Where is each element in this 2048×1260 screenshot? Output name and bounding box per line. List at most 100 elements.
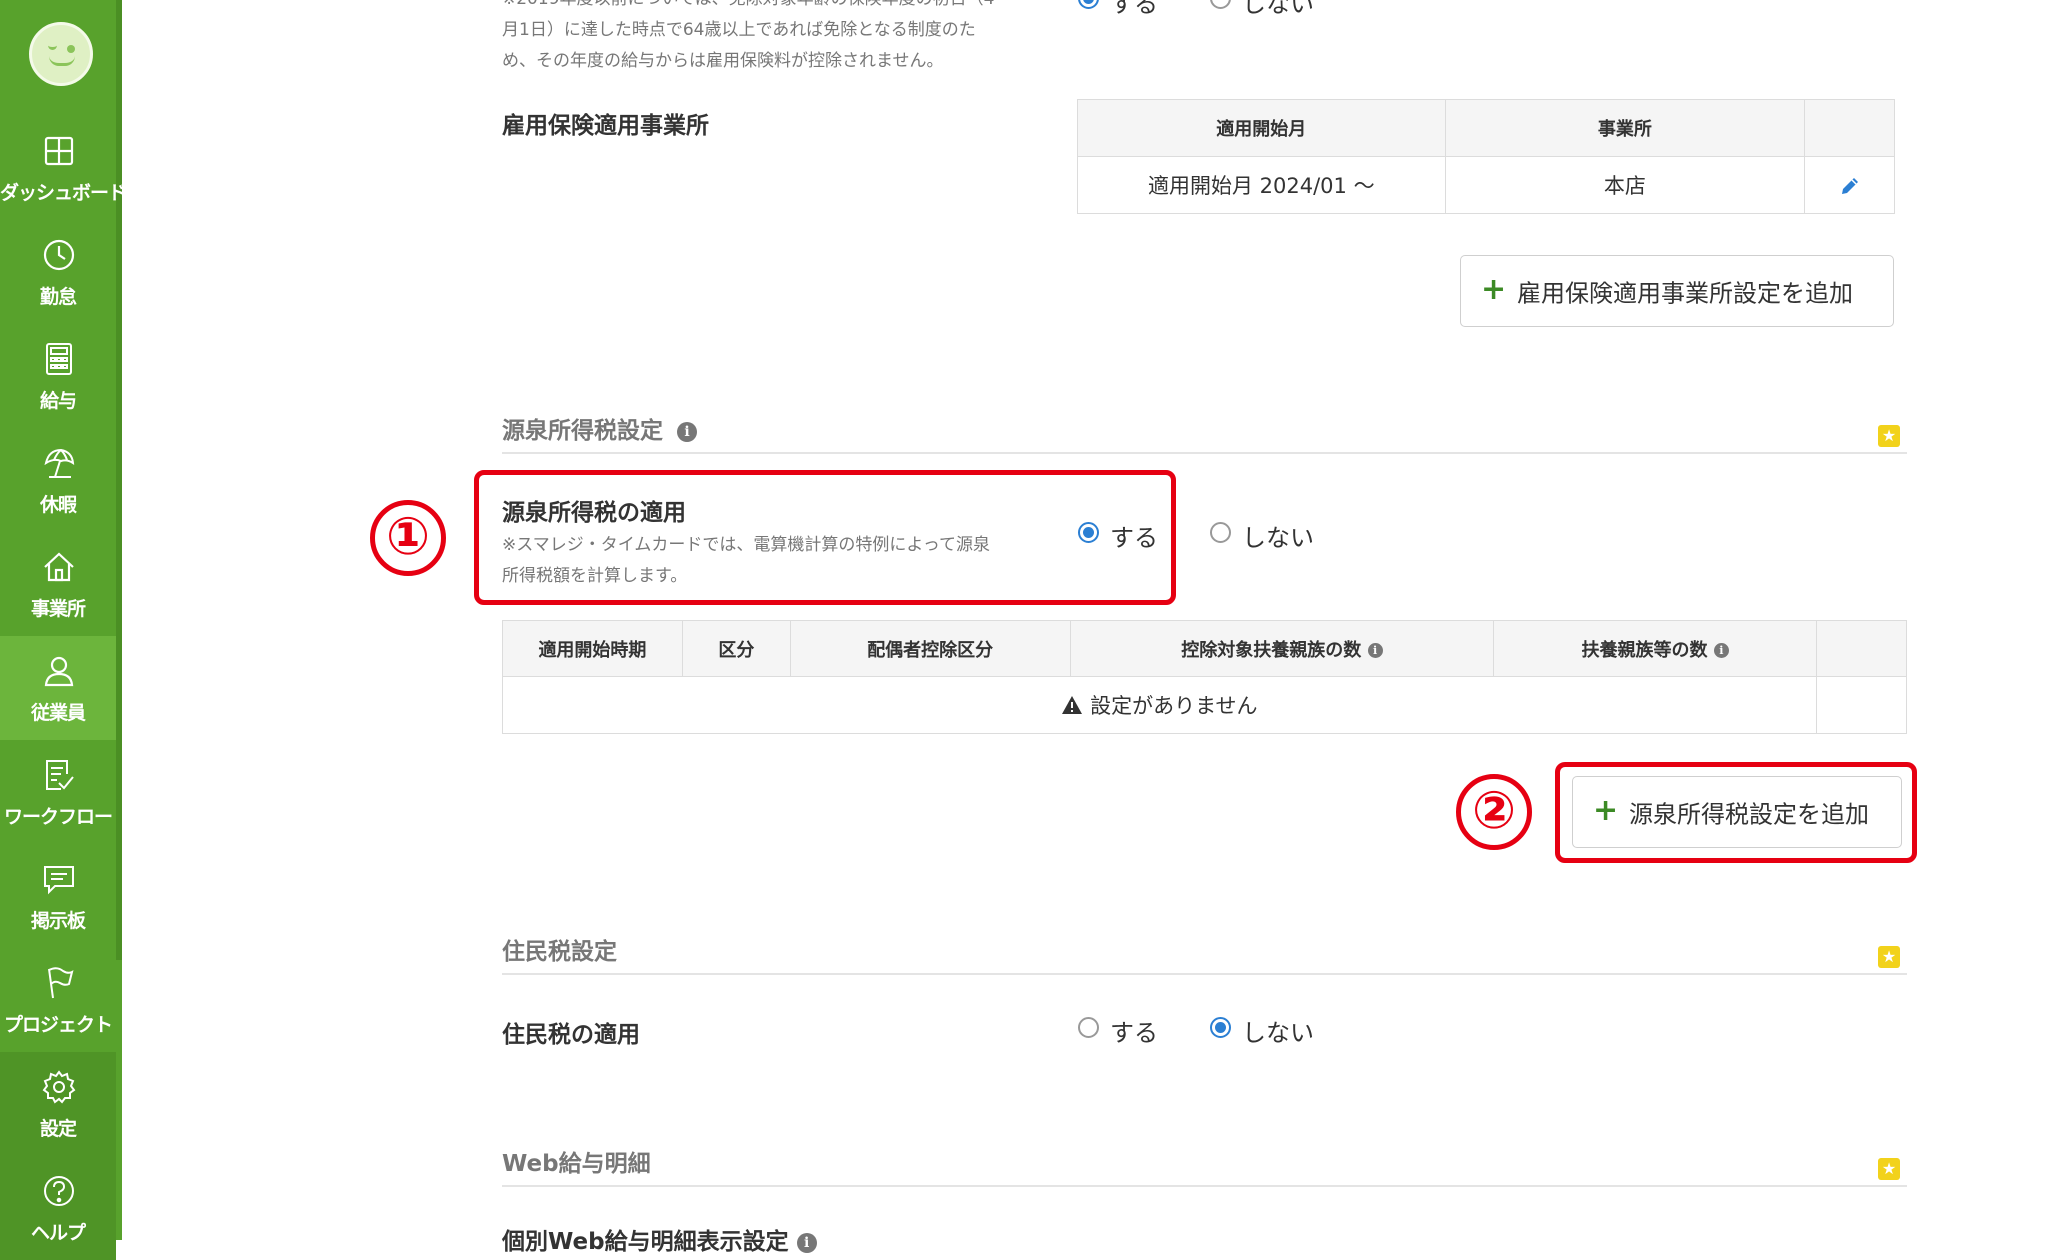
table-row: 設定がありません xyxy=(501,676,1907,734)
column-header-text: 扶養親族等の数 xyxy=(1581,639,1708,661)
sidebar-item-label: 掲示板 xyxy=(30,910,86,932)
add-withholding-button[interactable]: + 源泉所得税設定を追加 xyxy=(1572,776,1902,848)
column-header: 適用開始時期 xyxy=(502,620,683,677)
info-icon[interactable]: i xyxy=(1367,643,1383,658)
employment-radio-no[interactable] xyxy=(1210,0,1231,9)
sidebar-item-label: ヘルプ xyxy=(30,1222,86,1244)
star-icon[interactable]: ★ xyxy=(1878,946,1900,968)
help-icon xyxy=(44,1176,74,1206)
beach-umbrella-icon xyxy=(44,448,75,478)
empty-state-message: 設定がありません xyxy=(1090,694,1258,718)
sidebar-item-label: 勤怠 xyxy=(39,286,77,308)
info-icon[interactable]: i xyxy=(1713,643,1729,658)
withholding-note: ※スマレジ・タイムカードでは、電算機計算の特例によって源泉 所得税額を計算します… xyxy=(502,530,1072,592)
sidebar-item-help[interactable]: ヘルプ xyxy=(0,1156,116,1260)
sidebar-item-label: ダッシュボード xyxy=(0,182,127,204)
withholding-apply-label: 源泉所得税の適用 xyxy=(502,500,686,526)
plus-icon: + xyxy=(1481,272,1507,308)
home-icon xyxy=(44,552,74,582)
sidebar-item-label: 休暇 xyxy=(39,494,77,516)
sidebar-item-attendance[interactable]: 勤怠 xyxy=(0,220,116,324)
section-divider xyxy=(502,1185,1907,1187)
warning-icon xyxy=(1062,696,1083,714)
flag-icon xyxy=(48,967,74,999)
sidebar-item-workflow[interactable]: ワークフロー xyxy=(0,740,116,844)
sidebar-item-label: 給与 xyxy=(39,390,77,412)
sidebar-item-settings[interactable]: 設定 xyxy=(0,1052,116,1156)
column-header: 区分 xyxy=(681,620,791,677)
annotation-marker-2: ② xyxy=(1456,774,1532,850)
sidebar-item-employees[interactable]: 従業員 xyxy=(0,636,116,740)
annotation-marker-1: ① xyxy=(370,500,446,576)
empty-state-cell: 設定がありません xyxy=(501,676,1818,734)
resident-tax-radio-yes[interactable] xyxy=(1078,1017,1099,1038)
column-header xyxy=(1816,620,1907,677)
sidebar-item-payroll[interactable]: 給与 xyxy=(0,324,116,428)
info-icon[interactable]: i xyxy=(796,1232,817,1253)
info-icon[interactable]: i xyxy=(677,421,698,442)
web-payslip-setting-label: 個別Web給与明細表示設定 i xyxy=(502,1222,817,1256)
employment-exemption-note: ※2019年度以前については、免除対象年齢の保険年度の初日（4 月1日）に達した… xyxy=(502,0,1192,77)
sidebar-item-label: 事業所 xyxy=(30,598,86,620)
table-cell xyxy=(1816,676,1907,734)
section-divider xyxy=(502,452,1907,454)
sidebar-item-label: 従業員 xyxy=(30,702,86,724)
withholding-radio-yes[interactable] xyxy=(1078,522,1099,543)
note-line: め、その年度の給与からは雇用保険料が控除されません。 xyxy=(502,51,944,71)
resident-tax-radio-yes-label: する xyxy=(1110,1019,1158,1047)
message-icon xyxy=(44,866,74,895)
employment-office-table: 適用開始月 事業所 適用開始月 2024/01 〜 本店 xyxy=(1077,99,1895,214)
star-icon[interactable]: ★ xyxy=(1878,1158,1900,1180)
note-line: ※スマレジ・タイムカードでは、電算機計算の特例によって源泉 xyxy=(502,535,991,555)
withholding-radio-no-label: しない xyxy=(1242,524,1314,552)
column-header: 適用開始月 xyxy=(1077,99,1446,157)
gear-icon xyxy=(42,1070,76,1104)
note-line: 所得税額を計算します。 xyxy=(502,566,688,586)
table-cell: 本店 xyxy=(1444,156,1806,214)
sidebar-item-office[interactable]: 事業所 xyxy=(0,532,116,636)
column-header: 事業所 xyxy=(1444,99,1806,157)
table-cell: 適用開始月 2024/01 〜 xyxy=(1077,156,1446,214)
sidebar-item-label: プロジェクト xyxy=(3,1014,113,1036)
star-icon[interactable]: ★ xyxy=(1878,425,1900,447)
resident-tax-apply-label: 住民税の適用 xyxy=(502,1022,640,1048)
main-content: ※2019年度以前については、免除対象年齢の保険年度の初日（4 月1日）に達した… xyxy=(122,0,2048,1255)
sidebar-item-dashboard[interactable]: ダッシュボード xyxy=(0,116,127,220)
resident-tax-section-title: 住民税設定 xyxy=(502,939,617,965)
withholding-table: 適用開始時期 区分 配偶者控除区分 控除対象扶養親族の数 i 扶養親族等の数 i… xyxy=(501,620,1907,734)
sidebar-item-project[interactable]: プロジェクト xyxy=(0,948,116,1052)
calculator-icon xyxy=(46,343,72,375)
app-logo[interactable] xyxy=(29,22,93,86)
person-icon xyxy=(44,656,74,687)
section-title-text: 源泉所得税設定 xyxy=(502,418,663,444)
resident-tax-radio-no-label: しない xyxy=(1242,1019,1314,1047)
sidebar-item-bulletin[interactable]: 掲示板 xyxy=(0,844,116,948)
note-line: 月1日）に達した時点で64歳以上であれば免除となる制度のた xyxy=(502,20,976,40)
withholding-radio-yes-label: する xyxy=(1110,524,1158,552)
checklist-icon xyxy=(46,760,74,790)
employment-radio-yes-label: する xyxy=(1110,0,1158,18)
add-employment-office-button[interactable]: + 雇用保険適用事業所設定を追加 xyxy=(1460,255,1894,327)
employment-radio-no-label: しない xyxy=(1242,0,1314,18)
column-header: 配偶者控除区分 xyxy=(789,620,1071,677)
pencil-icon[interactable] xyxy=(1838,174,1862,198)
employment-office-label: 雇用保険適用事業所 xyxy=(502,113,709,139)
sidebar-item-label: ワークフロー xyxy=(3,806,113,828)
section-divider xyxy=(502,973,1907,975)
resident-tax-radio-no[interactable] xyxy=(1210,1017,1231,1038)
table-row: 適用開始月 2024/01 〜 本店 xyxy=(1077,156,1895,214)
column-header-text: 控除対象扶養親族の数 xyxy=(1181,639,1362,661)
sidebar-item-leave[interactable]: 休暇 xyxy=(0,428,116,532)
sidebar: ダッシュボード 勤怠 給与 休暇 事業所 従業員 ワークフロー 掲示板 プロジェ… xyxy=(0,0,127,1260)
edit-cell xyxy=(1804,156,1895,214)
setting-label-text: 個別Web給与明細表示設定 xyxy=(502,1229,789,1255)
withholding-radio-no[interactable] xyxy=(1210,522,1231,543)
web-payslip-section-title: Web給与明細 xyxy=(502,1151,651,1177)
button-label: 源泉所得税設定を追加 xyxy=(1629,800,1869,829)
plus-icon: + xyxy=(1593,793,1619,829)
dashboard-icon xyxy=(44,136,74,166)
clock-icon xyxy=(43,239,75,271)
column-header: 扶養親族等の数 i xyxy=(1493,620,1818,677)
column-header: 控除対象扶養親族の数 i xyxy=(1069,620,1495,677)
button-label: 雇用保険適用事業所設定を追加 xyxy=(1517,279,1853,308)
